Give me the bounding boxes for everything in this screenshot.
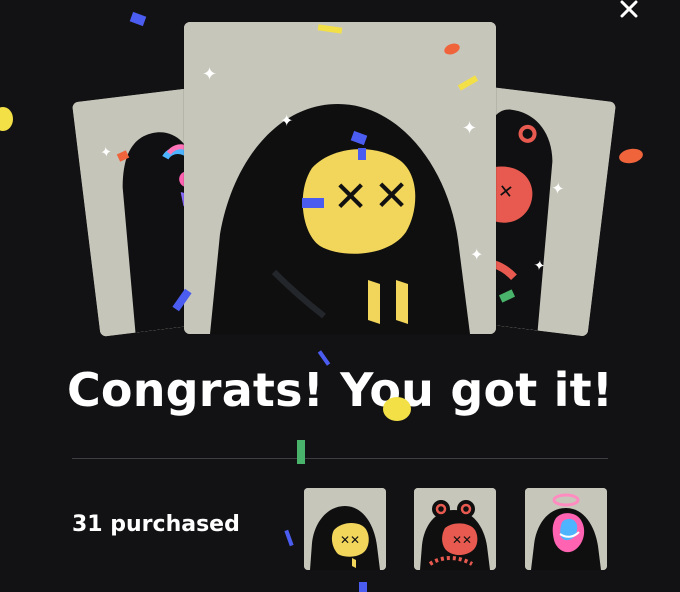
success-headline: Congrats! You got it! [66, 363, 614, 417]
svg-text:✦: ✦ [462, 118, 477, 139]
halo-creature-thumbnail-icon [525, 488, 607, 570]
close-button[interactable] [612, 0, 646, 24]
svg-text:✕✕: ✕✕ [340, 533, 360, 547]
svg-text:✦: ✦ [470, 245, 483, 264]
thumbnail-halo[interactable] [525, 488, 607, 570]
svg-text:✦: ✦ [99, 144, 113, 161]
svg-text:✕: ✕ [374, 171, 409, 220]
yellow-face-creature-thumbnail-icon: ✕✕ [304, 488, 386, 570]
thumbnail-yellow-face[interactable]: ✕✕ [304, 488, 386, 570]
thumbnail-red-ears[interactable]: ✕✕ [414, 488, 496, 570]
svg-text:✕: ✕ [333, 172, 368, 221]
svg-text:✕: ✕ [497, 181, 515, 204]
close-icon [620, 0, 638, 18]
purchased-count: 31 purchased [72, 512, 240, 537]
divider [72, 458, 608, 459]
reward-modal: ✦ ✕ ✦ ✦ ✕ ✕ ✦ ✦ ✦ ✦ Congrats! You got it… [0, 0, 680, 592]
svg-text:✦: ✦ [533, 258, 547, 275]
svg-text:✦: ✦ [280, 111, 293, 130]
svg-text:✕✕: ✕✕ [452, 533, 472, 547]
red-ear-creature-thumbnail-icon: ✕✕ [414, 488, 496, 570]
yellow-face-creature-icon: ✕ ✕ ✦ ✦ ✦ ✦ [184, 22, 496, 334]
svg-text:✦: ✦ [550, 178, 566, 198]
svg-text:✦: ✦ [202, 64, 217, 85]
featured-collectible-card: ✕ ✕ ✦ ✦ ✦ ✦ [184, 22, 496, 334]
